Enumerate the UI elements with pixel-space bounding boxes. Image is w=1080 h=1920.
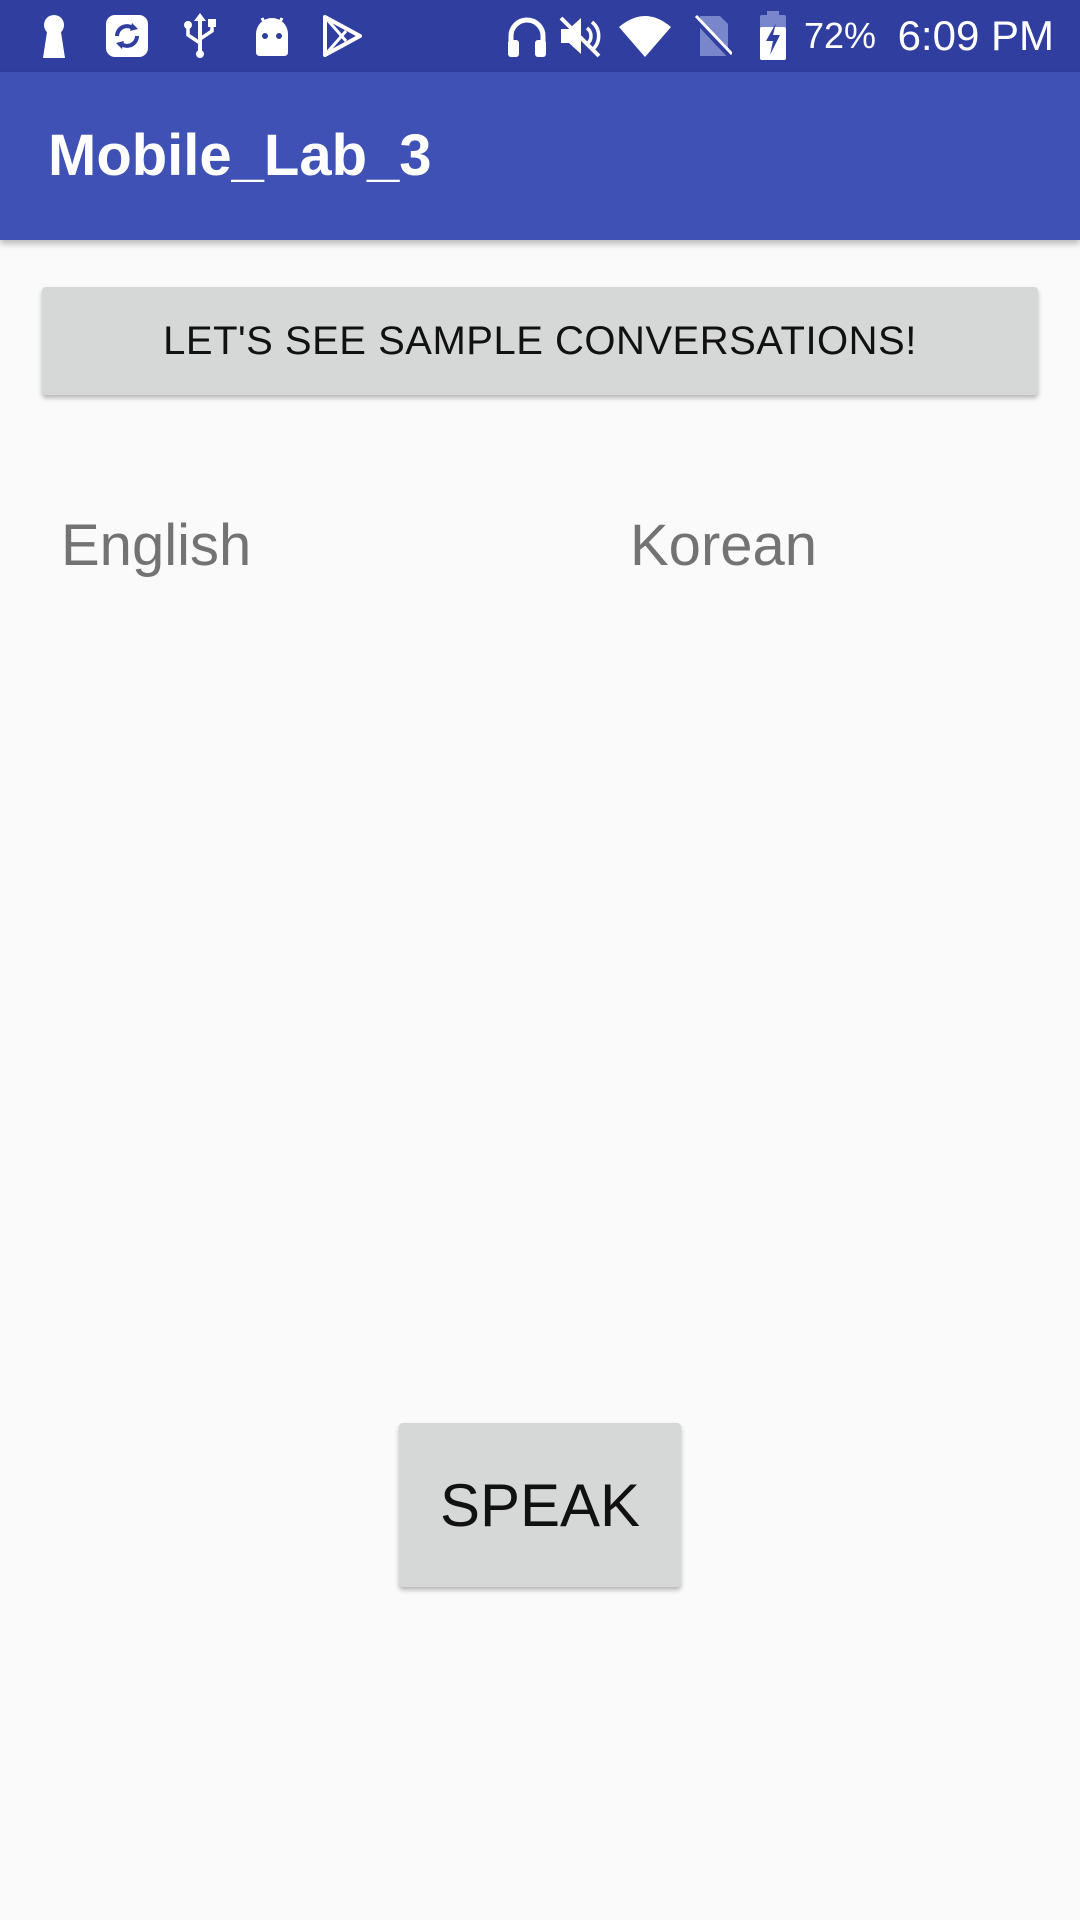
target-language-label: Korean (630, 513, 818, 578)
usb-icon (180, 0, 220, 72)
app-bar: Mobile_Lab_3 (0, 72, 1080, 240)
status-clock: 6:09 PM (897, 12, 1054, 59)
battery-percent: 72% (804, 15, 877, 56)
wifi-icon (616, 0, 674, 72)
sample-conversations-button[interactable]: LET'S SEE SAMPLE CONVERSATIONS! (42, 287, 1038, 395)
keyhole-icon (34, 0, 74, 72)
mute-icon (556, 0, 604, 72)
speak-button[interactable]: SPEAK (399, 1423, 681, 1587)
app-screen: 72% 6:09 PM Mobile_Lab_3 LET'S SEE SAMPL… (0, 0, 1080, 1920)
status-bar: 72% 6:09 PM (0, 0, 1080, 72)
sync-icon (104, 0, 150, 72)
play-store-icon (320, 0, 364, 72)
app-title: Mobile_Lab_3 (48, 123, 432, 188)
no-sim-icon (690, 0, 734, 72)
headphones-icon (504, 0, 550, 72)
battery-charging-icon (756, 0, 790, 72)
android-icon (250, 0, 294, 72)
source-language-label: English (61, 513, 252, 578)
